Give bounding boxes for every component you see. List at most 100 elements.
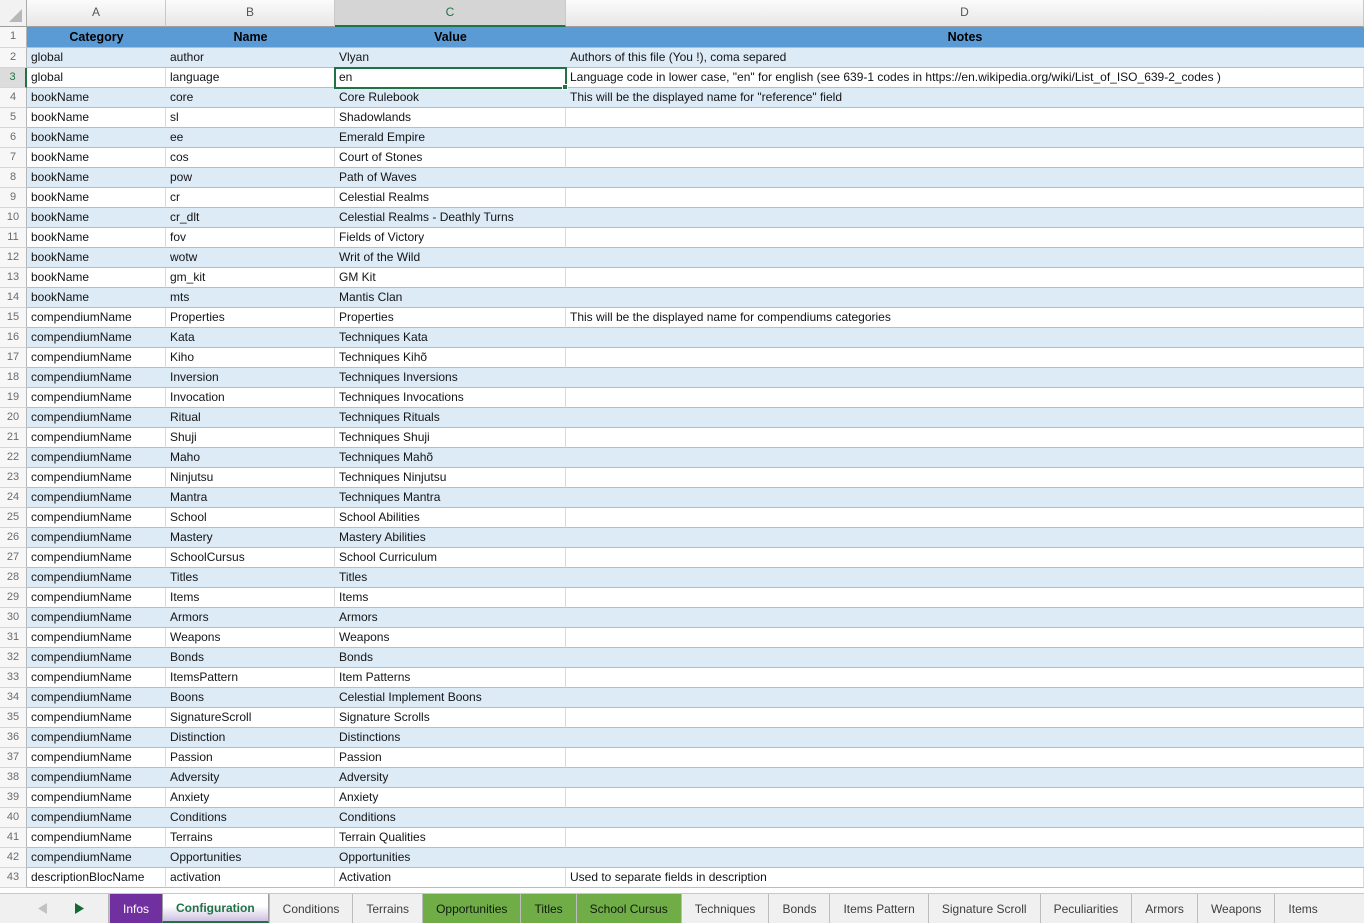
cell-A38[interactable]: compendiumName — [27, 768, 166, 788]
cell-B26[interactable]: Mastery — [166, 528, 335, 548]
prev-sheet-arrow-icon[interactable] — [38, 903, 47, 914]
cell-A21[interactable]: compendiumName — [27, 428, 166, 448]
cell-B23[interactable]: Ninjutsu — [166, 468, 335, 488]
cell-C38[interactable]: Adversity — [335, 768, 566, 788]
cell-D21[interactable] — [566, 428, 1364, 448]
sheet-tab-infos[interactable]: Infos — [109, 894, 162, 923]
cell-C31[interactable]: Weapons — [335, 628, 566, 648]
header-cell-B1[interactable]: Name — [166, 27, 335, 48]
row-header-29[interactable]: 29 — [0, 588, 27, 608]
row-header-43[interactable]: 43 — [0, 868, 27, 888]
cell-B7[interactable]: cos — [166, 148, 335, 168]
row-header-7[interactable]: 7 — [0, 148, 27, 168]
cell-B18[interactable]: Inversion — [166, 368, 335, 388]
cell-B13[interactable]: gm_kit — [166, 268, 335, 288]
cell-C23[interactable]: Techniques Ninjutsu — [335, 468, 566, 488]
cell-C36[interactable]: Distinctions — [335, 728, 566, 748]
sheet-tab-peculiarities[interactable]: Peculiarities — [1040, 894, 1132, 923]
cell-B12[interactable]: wotw — [166, 248, 335, 268]
cell-D20[interactable] — [566, 408, 1364, 428]
cell-B35[interactable]: SignatureScroll — [166, 708, 335, 728]
cell-A27[interactable]: compendiumName — [27, 548, 166, 568]
cell-B31[interactable]: Weapons — [166, 628, 335, 648]
cell-A22[interactable]: compendiumName — [27, 448, 166, 468]
row-header-31[interactable]: 31 — [0, 628, 27, 648]
cell-B6[interactable]: ee — [166, 128, 335, 148]
cell-A42[interactable]: compendiumName — [27, 848, 166, 868]
cell-C35[interactable]: Signature Scrolls — [335, 708, 566, 728]
row-header-8[interactable]: 8 — [0, 168, 27, 188]
cell-D6[interactable] — [566, 128, 1364, 148]
cell-B8[interactable]: pow — [166, 168, 335, 188]
cell-D32[interactable] — [566, 648, 1364, 668]
row-header-4[interactable]: 4 — [0, 88, 27, 108]
row-header-11[interactable]: 11 — [0, 228, 27, 248]
cell-A16[interactable]: compendiumName — [27, 328, 166, 348]
cell-A12[interactable]: bookName — [27, 248, 166, 268]
cell-C33[interactable]: Item Patterns — [335, 668, 566, 688]
cell-C21[interactable]: Techniques Shuji — [335, 428, 566, 448]
cell-A17[interactable]: compendiumName — [27, 348, 166, 368]
cell-A15[interactable]: compendiumName — [27, 308, 166, 328]
cell-A7[interactable]: bookName — [27, 148, 166, 168]
cell-C7[interactable]: Court of Stones — [335, 148, 566, 168]
cell-D40[interactable] — [566, 808, 1364, 828]
row-header-41[interactable]: 41 — [0, 828, 27, 848]
column-header-C[interactable]: C — [335, 0, 566, 27]
cell-B2[interactable]: author — [166, 48, 335, 68]
cell-C17[interactable]: Techniques Kihõ — [335, 348, 566, 368]
cell-D12[interactable] — [566, 248, 1364, 268]
row-header-9[interactable]: 9 — [0, 188, 27, 208]
row-header-18[interactable]: 18 — [0, 368, 27, 388]
cell-A14[interactable]: bookName — [27, 288, 166, 308]
cell-D30[interactable] — [566, 608, 1364, 628]
cell-C19[interactable]: Techniques Invocations — [335, 388, 566, 408]
cell-A31[interactable]: compendiumName — [27, 628, 166, 648]
cell-A30[interactable]: compendiumName — [27, 608, 166, 628]
cell-D27[interactable] — [566, 548, 1364, 568]
cell-A11[interactable]: bookName — [27, 228, 166, 248]
cell-C3[interactable]: en — [335, 68, 566, 88]
cell-A32[interactable]: compendiumName — [27, 648, 166, 668]
cell-D18[interactable] — [566, 368, 1364, 388]
cell-B11[interactable]: fov — [166, 228, 335, 248]
cell-C10[interactable]: Celestial Realms - Deathly Turns — [335, 208, 566, 228]
cell-B27[interactable]: SchoolCursus — [166, 548, 335, 568]
cell-B40[interactable]: Conditions — [166, 808, 335, 828]
row-header-13[interactable]: 13 — [0, 268, 27, 288]
cell-C41[interactable]: Terrain Qualities — [335, 828, 566, 848]
cell-C30[interactable]: Armors — [335, 608, 566, 628]
sheet-tab-items[interactable]: Items — [1274, 894, 1330, 923]
cell-B34[interactable]: Boons — [166, 688, 335, 708]
cell-B41[interactable]: Terrains — [166, 828, 335, 848]
cell-D43[interactable]: Used to separate fields in description — [566, 868, 1364, 888]
row-header-36[interactable]: 36 — [0, 728, 27, 748]
cell-B20[interactable]: Ritual — [166, 408, 335, 428]
cell-C26[interactable]: Mastery Abilities — [335, 528, 566, 548]
cell-D7[interactable] — [566, 148, 1364, 168]
cell-D36[interactable] — [566, 728, 1364, 748]
cell-D25[interactable] — [566, 508, 1364, 528]
row-header-22[interactable]: 22 — [0, 448, 27, 468]
cell-D35[interactable] — [566, 708, 1364, 728]
cell-C27[interactable]: School Curriculum — [335, 548, 566, 568]
row-header-14[interactable]: 14 — [0, 288, 27, 308]
row-header-1[interactable]: 1 — [0, 27, 27, 48]
cell-C25[interactable]: School Abilities — [335, 508, 566, 528]
cell-C29[interactable]: Items — [335, 588, 566, 608]
cell-D15[interactable]: This will be the displayed name for comp… — [566, 308, 1364, 328]
cell-D2[interactable]: Authors of this file (You !), coma separ… — [566, 48, 1364, 68]
cell-B33[interactable]: ItemsPattern — [166, 668, 335, 688]
cell-A34[interactable]: compendiumName — [27, 688, 166, 708]
cell-B42[interactable]: Opportunities — [166, 848, 335, 868]
cell-A3[interactable]: global — [27, 68, 166, 88]
row-header-17[interactable]: 17 — [0, 348, 27, 368]
cell-D26[interactable] — [566, 528, 1364, 548]
cell-C15[interactable]: Properties — [335, 308, 566, 328]
select-all-corner[interactable] — [0, 0, 27, 27]
cell-B4[interactable]: core — [166, 88, 335, 108]
row-header-25[interactable]: 25 — [0, 508, 27, 528]
cell-D11[interactable] — [566, 228, 1364, 248]
cell-D8[interactable] — [566, 168, 1364, 188]
cell-D24[interactable] — [566, 488, 1364, 508]
